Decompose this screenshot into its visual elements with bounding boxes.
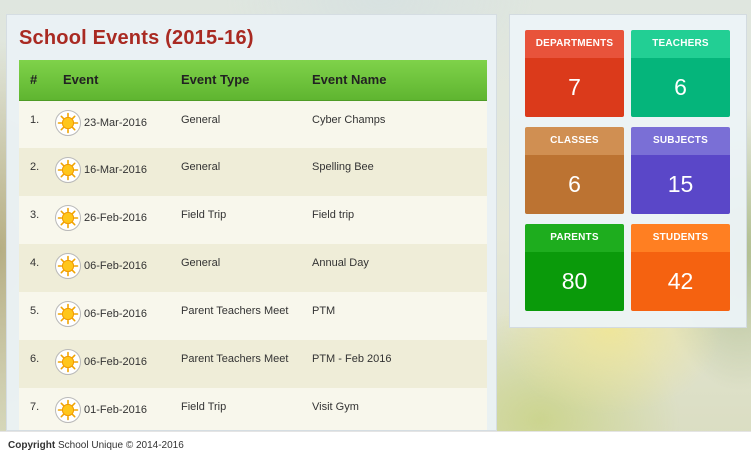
event-cell: 06-Feb-2016: [55, 253, 170, 279]
footer: Copyright School Unique © 2014-2016: [0, 431, 751, 458]
row-number: 4.: [19, 244, 52, 292]
row-event-name: Cyber Champs: [301, 100, 487, 148]
events-table-body: 1. 23-Mar-2016 General Cyber Champs 2. 16-Mar…: [19, 100, 487, 430]
row-event-name: Annual Day: [301, 244, 487, 292]
event-date: 16-Mar-2016: [84, 164, 147, 176]
table-header-row: # Event Event Type Event Name: [19, 60, 487, 101]
row-event-name: Field trip: [301, 196, 487, 244]
stats-panel: DEPARTMENTS 7 TEACHERS 6 CLASSES 6 SUBJECTS 15 P…: [509, 14, 747, 328]
row-event: 23-Mar-2016: [52, 100, 170, 148]
row-number: 1.: [19, 100, 52, 148]
column-header-event-type: Event Type: [170, 60, 301, 101]
column-header-event: Event: [52, 60, 170, 101]
row-event-name: PTM - Feb 2016: [301, 340, 487, 388]
stat-tile-students[interactable]: STUDENTS 42: [631, 224, 730, 311]
row-event-type: General: [170, 148, 301, 196]
stat-label: PARENTS: [525, 224, 624, 252]
table-row: 1. 23-Mar-2016 General Cyber Champs: [19, 100, 487, 148]
row-event-name: Visit Gym: [301, 388, 487, 430]
event-date: 06-Feb-2016: [84, 308, 147, 320]
sun-icon: [55, 157, 81, 183]
stat-value: 7: [525, 58, 624, 117]
row-event: 16-Mar-2016: [52, 148, 170, 196]
row-event-type: Field Trip: [170, 388, 301, 430]
page-title: School Events (2015-16): [19, 27, 254, 49]
sun-icon: [55, 205, 81, 231]
row-event-type: Parent Teachers Meet: [170, 292, 301, 340]
row-event: 01-Feb-2016: [52, 388, 170, 430]
row-number: 6.: [19, 340, 52, 388]
stat-label: TEACHERS: [631, 30, 730, 58]
stat-tile-departments[interactable]: DEPARTMENTS 7: [525, 30, 624, 117]
events-panel: School Events (2015-16) # Event Event Ty…: [6, 14, 497, 431]
row-event: 06-Feb-2016: [52, 292, 170, 340]
column-header-event-name: Event Name: [301, 60, 487, 101]
stat-tile-teachers[interactable]: TEACHERS 6: [631, 30, 730, 117]
stat-value: 6: [525, 155, 624, 214]
row-event: 26-Feb-2016: [52, 196, 170, 244]
event-cell: 01-Feb-2016: [55, 397, 170, 423]
row-event: 06-Feb-2016: [52, 244, 170, 292]
row-event-name: Spelling Bee: [301, 148, 487, 196]
table-row: 7. 01-Feb-2016 Field Trip Visit Gym: [19, 388, 487, 430]
sun-icon: [55, 253, 81, 279]
event-date: 06-Feb-2016: [84, 260, 147, 272]
copyright-label: Copyright: [8, 440, 56, 451]
event-cell: 16-Mar-2016: [55, 157, 170, 183]
stat-label: SUBJECTS: [631, 127, 730, 155]
event-cell: 26-Feb-2016: [55, 205, 170, 231]
event-date: 06-Feb-2016: [84, 356, 147, 368]
event-cell: 06-Feb-2016: [55, 349, 170, 375]
stat-label: DEPARTMENTS: [525, 30, 624, 58]
row-number: 7.: [19, 388, 52, 430]
stat-value: 15: [631, 155, 730, 214]
copyright-text: School Unique © 2014-2016: [58, 440, 184, 451]
row-event-type: Parent Teachers Meet: [170, 340, 301, 388]
stat-label: CLASSES: [525, 127, 624, 155]
stat-value: 42: [631, 252, 730, 311]
table-row: 4. 06-Feb-2016 General Annual Day: [19, 244, 487, 292]
event-date: 01-Feb-2016: [84, 404, 147, 416]
row-number: 2.: [19, 148, 52, 196]
row-event-type: Field Trip: [170, 196, 301, 244]
stat-tile-classes[interactable]: CLASSES 6: [525, 127, 624, 214]
column-header-number: #: [19, 60, 52, 101]
table-row: 2. 16-Mar-2016 General Spelling Bee: [19, 148, 487, 196]
sun-icon: [55, 109, 81, 136]
stat-label: STUDENTS: [631, 224, 730, 252]
row-event-type: General: [170, 244, 301, 292]
stat-tile-subjects[interactable]: SUBJECTS 15: [631, 127, 730, 214]
row-number: 3.: [19, 196, 52, 244]
stat-value: 6: [631, 58, 730, 117]
sun-icon: [55, 397, 81, 423]
sun-icon: [55, 349, 81, 375]
sun-icon: [55, 301, 81, 327]
event-cell: 23-Mar-2016: [55, 109, 170, 136]
row-number: 5.: [19, 292, 52, 340]
table-row: 6. 06-Feb-2016 Parent Teachers Meet PTM - F…: [19, 340, 487, 388]
table-row: 5. 06-Feb-2016 Parent Teachers Meet PTM: [19, 292, 487, 340]
event-cell: 06-Feb-2016: [55, 301, 170, 327]
row-event-type: General: [170, 100, 301, 148]
table-row: 3. 26-Feb-2016 Field Trip Field trip: [19, 196, 487, 244]
row-event-name: PTM: [301, 292, 487, 340]
events-table: # Event Event Type Event Name 1. 23-Mar-2…: [19, 60, 487, 430]
stat-value: 80: [525, 252, 624, 311]
event-date: 26-Feb-2016: [84, 212, 147, 224]
event-date: 23-Mar-2016: [84, 116, 147, 129]
row-event: 06-Feb-2016: [52, 340, 170, 388]
stat-tile-parents[interactable]: PARENTS 80: [525, 224, 624, 311]
